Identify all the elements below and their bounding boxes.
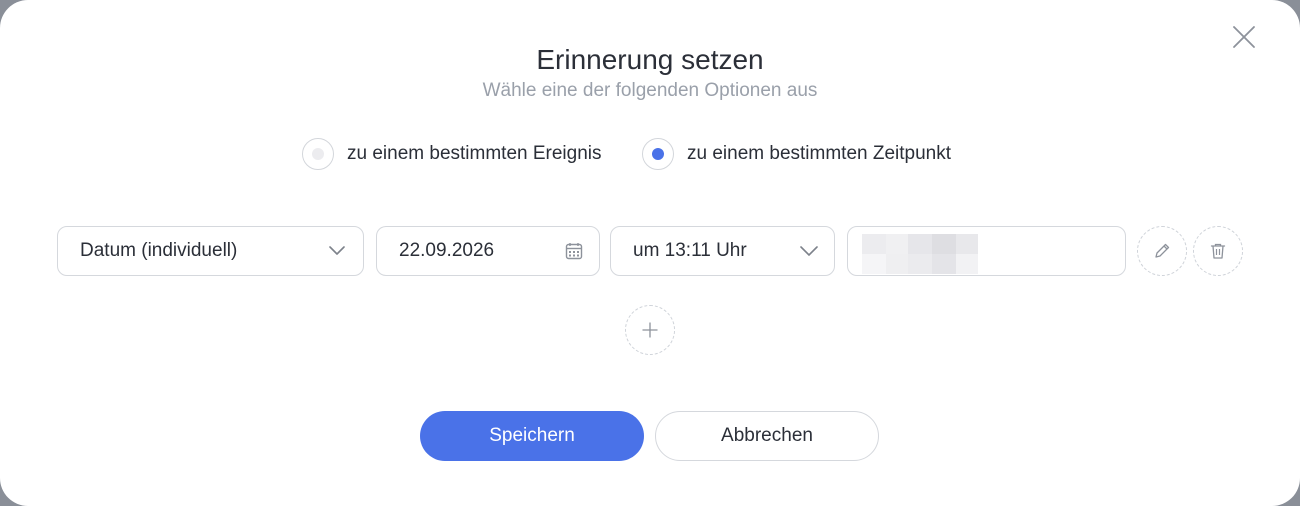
radio-button-event[interactable] xyxy=(302,138,334,170)
date-value: 22.09.2026 xyxy=(399,240,495,261)
plus-icon xyxy=(642,322,658,338)
radio-button-time[interactable] xyxy=(642,138,674,170)
calendar-button[interactable] xyxy=(565,242,583,260)
radio-label-event: zu einem bestimmten Ereignis xyxy=(347,143,602,164)
radio-option-event[interactable]: zu einem bestimmten Ereignis xyxy=(302,136,602,172)
chevron-down-icon xyxy=(329,246,345,255)
add-reminder-button[interactable] xyxy=(625,305,675,355)
calendar-icon xyxy=(565,243,583,260)
time-value: um 13:11 Uhr xyxy=(633,240,747,261)
date-type-value: Datum (individuell) xyxy=(80,240,238,261)
dialog-title: Erinnerung setzen xyxy=(536,44,764,75)
time-select[interactable]: um 13:11 Uhr xyxy=(610,226,835,276)
chevron-down-icon xyxy=(800,246,818,256)
save-button[interactable]: Speichern xyxy=(420,411,644,461)
recipient-input[interactable] xyxy=(847,226,1126,276)
cancel-button[interactable]: Abbrechen xyxy=(655,411,879,461)
trash-icon xyxy=(1210,243,1226,259)
pencil-icon xyxy=(1155,243,1170,258)
redacted-block xyxy=(862,234,978,274)
dialog-subtitle: Wähle eine der folgenden Optionen aus xyxy=(482,80,818,101)
date-type-select[interactable]: Datum (individuell) xyxy=(57,226,364,276)
date-input[interactable]: 22.09.2026 xyxy=(376,226,600,276)
edit-button[interactable] xyxy=(1137,226,1187,276)
reminder-dialog: Erinnerung setzen Wähle eine der folgend… xyxy=(0,0,1300,506)
radio-option-time[interactable]: zu einem bestimmten Zeitpunkt xyxy=(642,136,951,172)
delete-button[interactable] xyxy=(1193,226,1243,276)
radio-label-time: zu einem bestimmten Zeitpunkt xyxy=(687,143,952,164)
